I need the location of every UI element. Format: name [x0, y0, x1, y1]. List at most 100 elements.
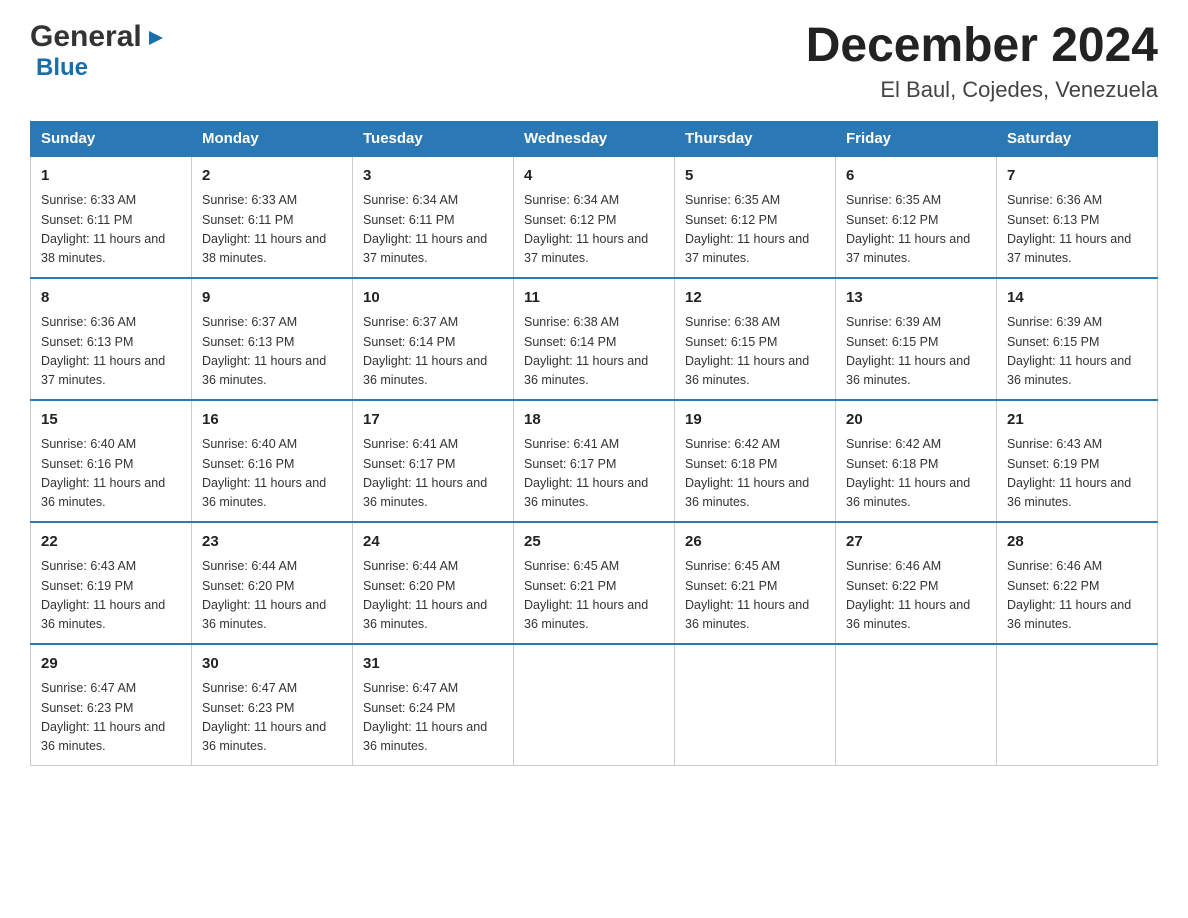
calendar-week-2: 8 Sunrise: 6:36 AMSunset: 6:13 PMDaylight…	[31, 278, 1158, 400]
header-day-thursday: Thursday	[675, 121, 836, 156]
calendar-cell: 12 Sunrise: 6:38 AMSunset: 6:15 PMDayligh…	[675, 278, 836, 400]
day-number: 31	[363, 653, 503, 676]
day-number: 6	[846, 165, 986, 188]
calendar-cell: 24Sunrise: 6:44 AMSunset: 6:20 PMDayligh…	[353, 522, 514, 644]
day-info: Sunrise: 6:35 AMSunset: 6:12 PMDaylight:…	[846, 191, 986, 269]
day-info: Sunrise: 6:34 AMSunset: 6:11 PMDaylight:…	[363, 191, 503, 269]
day-number: 13	[846, 287, 986, 310]
day-info: Sunrise: 6:38 AMSunset: 6:14 PMDaylight:…	[524, 313, 664, 391]
calendar-cell: 1 Sunrise: 6:33 AMSunset: 6:11 PMDaylight…	[31, 156, 192, 278]
day-number: 26	[685, 531, 825, 554]
logo: General Blue	[30, 20, 167, 82]
header-day-tuesday: Tuesday	[353, 121, 514, 156]
day-number: 23	[202, 531, 342, 554]
calendar-cell: 31 Sunrise: 6:47 AMSunset: 6:24 PMDayligh…	[353, 644, 514, 766]
calendar-cell: 30 Sunrise: 6:47 AMSunset: 6:23 PMDayligh…	[192, 644, 353, 766]
day-info: Sunrise: 6:38 AMSunset: 6:15 PMDaylight:…	[685, 313, 825, 391]
day-number: 27	[846, 531, 986, 554]
calendar-cell: 11Sunrise: 6:38 AMSunset: 6:14 PMDayligh…	[514, 278, 675, 400]
day-number: 12	[685, 287, 825, 310]
calendar-cell: 20 Sunrise: 6:42 AMSunset: 6:18 PMDayligh…	[836, 400, 997, 522]
day-info: Sunrise: 6:36 AMSunset: 6:13 PMDaylight:…	[41, 313, 181, 391]
day-number: 14	[1007, 287, 1147, 310]
day-number: 5	[685, 165, 825, 188]
calendar-cell: 9 Sunrise: 6:37 AMSunset: 6:13 PMDaylight…	[192, 278, 353, 400]
day-number: 9	[202, 287, 342, 310]
day-number: 18	[524, 409, 664, 432]
day-info: Sunrise: 6:33 AMSunset: 6:11 PMDaylight:…	[41, 191, 181, 269]
day-info: Sunrise: 6:40 AMSunset: 6:16 PMDaylight:…	[202, 435, 342, 513]
calendar-cell	[514, 644, 675, 766]
logo-blue-text: Blue	[36, 54, 88, 82]
calendar-cell: 5Sunrise: 6:35 AMSunset: 6:12 PMDaylight…	[675, 156, 836, 278]
calendar-cell: 25 Sunrise: 6:45 AMSunset: 6:21 PMDayligh…	[514, 522, 675, 644]
day-info: Sunrise: 6:34 AMSunset: 6:12 PMDaylight:…	[524, 191, 664, 269]
calendar-cell: 7 Sunrise: 6:36 AMSunset: 6:13 PMDaylight…	[997, 156, 1158, 278]
day-number: 3	[363, 165, 503, 188]
page-header: General Blue December 2024 El Baul, Coje…	[30, 20, 1158, 103]
day-info: Sunrise: 6:37 AMSunset: 6:13 PMDaylight:…	[202, 313, 342, 391]
header-row: SundayMondayTuesdayWednesdayThursdayFrid…	[31, 121, 1158, 156]
calendar-cell: 15Sunrise: 6:40 AMSunset: 6:16 PMDayligh…	[31, 400, 192, 522]
day-number: 30	[202, 653, 342, 676]
day-number: 29	[41, 653, 181, 676]
day-info: Sunrise: 6:42 AMSunset: 6:18 PMDaylight:…	[846, 435, 986, 513]
day-info: Sunrise: 6:43 AMSunset: 6:19 PMDaylight:…	[1007, 435, 1147, 513]
day-info: Sunrise: 6:33 AMSunset: 6:11 PMDaylight:…	[202, 191, 342, 269]
day-info: Sunrise: 6:42 AMSunset: 6:18 PMDaylight:…	[685, 435, 825, 513]
day-number: 24	[363, 531, 503, 554]
day-number: 20	[846, 409, 986, 432]
calendar-week-1: 1 Sunrise: 6:33 AMSunset: 6:11 PMDaylight…	[31, 156, 1158, 278]
calendar-cell: 28Sunrise: 6:46 AMSunset: 6:22 PMDayligh…	[997, 522, 1158, 644]
calendar-cell	[675, 644, 836, 766]
day-info: Sunrise: 6:41 AMSunset: 6:17 PMDaylight:…	[363, 435, 503, 513]
calendar-cell: 18 Sunrise: 6:41 AMSunset: 6:17 PMDayligh…	[514, 400, 675, 522]
header-day-wednesday: Wednesday	[514, 121, 675, 156]
calendar-cell: 14Sunrise: 6:39 AMSunset: 6:15 PMDayligh…	[997, 278, 1158, 400]
calendar-cell: 17 Sunrise: 6:41 AMSunset: 6:17 PMDayligh…	[353, 400, 514, 522]
calendar-cell: 16 Sunrise: 6:40 AMSunset: 6:16 PMDayligh…	[192, 400, 353, 522]
calendar-table: SundayMondayTuesdayWednesdayThursdayFrid…	[30, 121, 1158, 766]
day-number: 28	[1007, 531, 1147, 554]
day-number: 16	[202, 409, 342, 432]
day-info: Sunrise: 6:45 AMSunset: 6:21 PMDaylight:…	[685, 557, 825, 635]
day-number: 17	[363, 409, 503, 432]
calendar-cell: 26 Sunrise: 6:45 AMSunset: 6:21 PMDayligh…	[675, 522, 836, 644]
calendar-header: SundayMondayTuesdayWednesdayThursdayFrid…	[31, 121, 1158, 156]
day-number: 21	[1007, 409, 1147, 432]
title-block: December 2024 El Baul, Cojedes, Venezuel…	[806, 20, 1158, 103]
day-number: 1	[41, 165, 181, 188]
calendar-cell: 22Sunrise: 6:43 AMSunset: 6:19 PMDayligh…	[31, 522, 192, 644]
day-number: 22	[41, 531, 181, 554]
calendar-cell: 4 Sunrise: 6:34 AMSunset: 6:12 PMDaylight…	[514, 156, 675, 278]
day-number: 2	[202, 165, 342, 188]
day-number: 7	[1007, 165, 1147, 188]
day-info: Sunrise: 6:36 AMSunset: 6:13 PMDaylight:…	[1007, 191, 1147, 269]
day-info: Sunrise: 6:47 AMSunset: 6:23 PMDaylight:…	[41, 679, 181, 757]
logo-chevron-icon	[145, 27, 167, 49]
location-title: El Baul, Cojedes, Venezuela	[806, 77, 1158, 103]
day-info: Sunrise: 6:46 AMSunset: 6:22 PMDaylight:…	[846, 557, 986, 635]
calendar-cell: 13Sunrise: 6:39 AMSunset: 6:15 PMDayligh…	[836, 278, 997, 400]
calendar-week-5: 29 Sunrise: 6:47 AMSunset: 6:23 PMDayligh…	[31, 644, 1158, 766]
day-number: 8	[41, 287, 181, 310]
calendar-cell: 19 Sunrise: 6:42 AMSunset: 6:18 PMDayligh…	[675, 400, 836, 522]
calendar-cell: 8 Sunrise: 6:36 AMSunset: 6:13 PMDaylight…	[31, 278, 192, 400]
day-info: Sunrise: 6:41 AMSunset: 6:17 PMDaylight:…	[524, 435, 664, 513]
day-number: 4	[524, 165, 664, 188]
calendar-cell	[997, 644, 1158, 766]
day-number: 25	[524, 531, 664, 554]
day-number: 19	[685, 409, 825, 432]
header-day-saturday: Saturday	[997, 121, 1158, 156]
day-info: Sunrise: 6:45 AMSunset: 6:21 PMDaylight:…	[524, 557, 664, 635]
calendar-cell: 23 Sunrise: 6:44 AMSunset: 6:20 PMDayligh…	[192, 522, 353, 644]
calendar-cell: 2 Sunrise: 6:33 AMSunset: 6:11 PMDaylight…	[192, 156, 353, 278]
calendar-cell: 6 Sunrise: 6:35 AMSunset: 6:12 PMDaylight…	[836, 156, 997, 278]
logo-general-text: General	[30, 20, 167, 54]
day-info: Sunrise: 6:47 AMSunset: 6:24 PMDaylight:…	[363, 679, 503, 757]
day-info: Sunrise: 6:44 AMSunset: 6:20 PMDaylight:…	[202, 557, 342, 635]
calendar-cell: 27 Sunrise: 6:46 AMSunset: 6:22 PMDayligh…	[836, 522, 997, 644]
header-day-sunday: Sunday	[31, 121, 192, 156]
day-info: Sunrise: 6:47 AMSunset: 6:23 PMDaylight:…	[202, 679, 342, 757]
header-day-friday: Friday	[836, 121, 997, 156]
